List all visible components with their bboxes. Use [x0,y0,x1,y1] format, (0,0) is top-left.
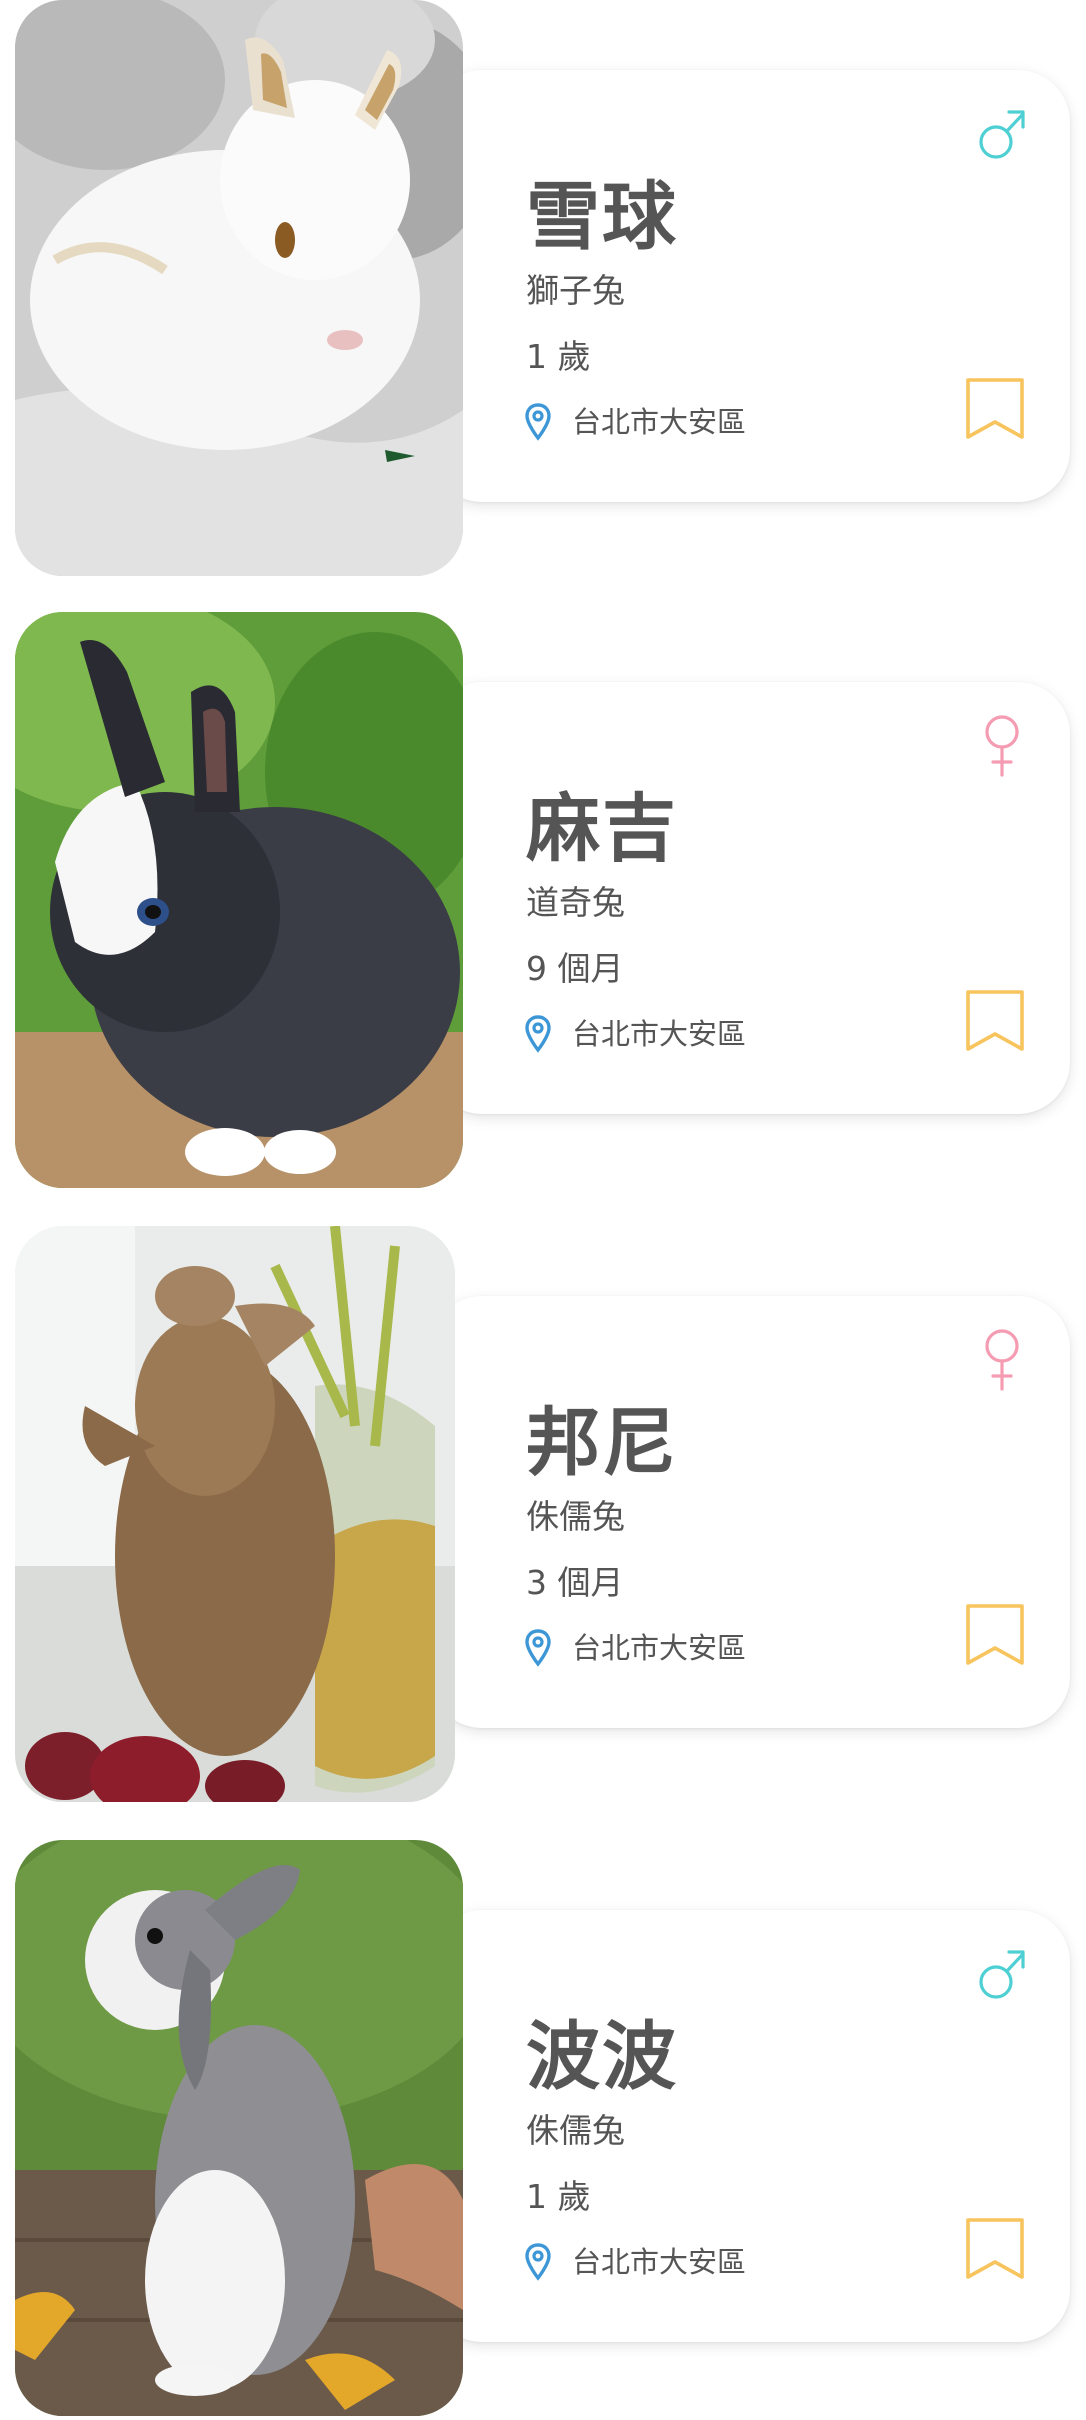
pet-card-item[interactable]: 波波 侏儒兔 1 歲 台北市大安區 [0,1840,1086,2420]
location-pin-icon [524,2243,552,2281]
pet-photo[interactable] [15,1226,455,1802]
pet-card-item[interactable]: 邦尼 侏儒兔 3 個月 台北市大安區 [0,1226,1086,1806]
pet-breed: 侏儒兔 [526,2111,625,2150]
pet-location: 台北市大安區 [524,1014,746,1054]
pet-list: 雪球 獅子兔 1 歲 台北市大安區 麻吉 道奇兔 9 個月 台北市大安區 邦尼 … [0,0,1086,2418]
bookmark-icon [964,988,1026,1054]
pet-location-label: 台北市大安區 [572,1016,747,1051]
pet-name: 波波 [526,2014,678,2100]
location-pin-icon [524,1015,552,1053]
bookmark-icon [964,2216,1026,2282]
pet-card-item[interactable]: 麻吉 道奇兔 9 個月 台北市大安區 [0,612,1086,1192]
location-pin-icon [524,1629,552,1667]
pet-age: 1 歲 [526,337,591,376]
male-icon [976,1940,1028,2006]
pet-name: 麻吉 [526,786,678,872]
pet-photo[interactable] [15,612,463,1188]
pet-location: 台北市大安區 [524,402,746,442]
pet-age: 3 個月 [526,1563,624,1602]
pet-location: 台北市大安區 [524,2242,746,2282]
female-icon [976,1326,1028,1392]
pet-photo[interactable] [15,1840,463,2416]
pet-location-label: 台北市大安區 [572,2244,747,2279]
bookmark-button[interactable] [964,988,1026,1054]
bookmark-button[interactable] [964,2216,1026,2282]
bookmark-icon [964,1602,1026,1668]
pet-location: 台北市大安區 [524,1628,746,1668]
pet-card-item[interactable]: 雪球 獅子兔 1 歲 台北市大安區 [0,0,1086,580]
female-icon [976,712,1028,778]
bookmark-button[interactable] [964,376,1026,442]
pet-photo[interactable] [15,0,463,576]
pet-breed: 道奇兔 [526,883,625,922]
pet-age: 1 歲 [526,2177,591,2216]
pet-name: 邦尼 [526,1400,678,1486]
male-icon [976,100,1028,166]
pet-location-label: 台北市大安區 [572,1630,747,1665]
pet-breed: 侏儒兔 [526,1497,625,1536]
pet-name: 雪球 [526,174,678,260]
bookmark-button[interactable] [964,1602,1026,1668]
pet-location-label: 台北市大安區 [572,404,747,439]
bookmark-icon [964,376,1026,442]
pet-breed: 獅子兔 [526,271,625,310]
location-pin-icon [524,403,552,441]
pet-age: 9 個月 [526,949,624,988]
